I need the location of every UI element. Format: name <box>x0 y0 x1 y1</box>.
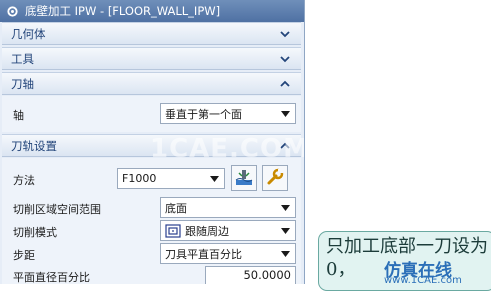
method-select[interactable]: F1000 <box>117 168 225 189</box>
method-row: 方法 F1000 <box>2 164 301 194</box>
stepover-row: 步距 刀具平直百分比 <box>2 242 301 266</box>
stepover-label: 步距 <box>13 249 35 262</box>
section-tool[interactable]: 工具 <box>2 47 301 70</box>
section-path-settings[interactable]: 刀轨设置 <box>2 134 301 157</box>
cut-pattern-row: 切削模式 跟随周边 <box>2 219 301 243</box>
dropdown-arrow-icon[interactable] <box>208 172 221 185</box>
chevron-down-icon[interactable] <box>279 28 291 40</box>
brand-url: www.1CAE.com <box>384 275 462 286</box>
method-edit-icon <box>234 167 254 190</box>
method-edit-button[interactable] <box>231 165 257 191</box>
section-tool-axis-label: 刀轴 <box>11 76 34 91</box>
follow-periphery-icon <box>165 223 181 238</box>
axis-row: 轴 垂直于第一个面 <box>2 102 301 126</box>
chevron-up-icon[interactable] <box>279 78 291 90</box>
stepover-select[interactable]: 刀具平直百分比 <box>160 243 296 264</box>
section-path-settings-label: 刀轨设置 <box>11 138 57 153</box>
cut-region-value: 底面 <box>165 201 187 215</box>
method-display-button[interactable] <box>262 165 288 191</box>
axis-select[interactable]: 垂直于第一个面 <box>160 103 296 124</box>
stepover-value: 刀具平直百分比 <box>165 247 242 261</box>
dropdown-arrow-icon[interactable] <box>279 201 292 214</box>
flat-diameter-input[interactable]: 50.0000 <box>205 266 296 284</box>
cut-pattern-select[interactable]: 跟随周边 <box>160 220 296 241</box>
dialog-body: 几何体 工具 刀轴 轴 垂直于第一个面 刀轨设置 方法 F1000 切削区域空间… <box>0 22 304 284</box>
cut-pattern-value: 跟随周边 <box>185 224 229 238</box>
title-bar[interactable]: 底壁加工 IPW - [FLOOR_WALL_IPW] <box>0 0 304 22</box>
axis-value: 垂直于第一个面 <box>165 107 242 121</box>
wrench-icon <box>265 167 285 190</box>
method-value: F1000 <box>122 172 157 185</box>
method-label: 方法 <box>13 174 35 187</box>
chevron-down-icon[interactable] <box>279 53 291 65</box>
dropdown-arrow-icon[interactable] <box>279 107 292 120</box>
axis-label: 轴 <box>13 109 24 122</box>
operation-dialog: 底壁加工 IPW - [FLOOR_WALL_IPW] 几何体 工具 刀轴 轴 <box>0 0 305 284</box>
section-tool-label: 工具 <box>11 51 34 66</box>
window-title: 底壁加工 IPW - [FLOOR_WALL_IPW] <box>25 4 221 18</box>
section-geometry-label: 几何体 <box>11 26 46 41</box>
section-geometry[interactable]: 几何体 <box>2 22 301 45</box>
tool-axis-panel: 轴 垂直于第一个面 <box>2 96 301 132</box>
chevron-up-icon[interactable] <box>279 140 291 152</box>
cut-region-label: 切削区域空间范围 <box>13 203 101 216</box>
path-settings-panel: 方法 F1000 切削区域空间范围 底面 切削模式 跟随周边 步距 刀具平直百分… <box>2 158 301 284</box>
dropdown-arrow-icon[interactable] <box>279 247 292 260</box>
cut-region-select[interactable]: 底面 <box>160 197 296 218</box>
gear-icon[interactable] <box>5 4 19 18</box>
cut-region-row: 切削区域空间范围 底面 <box>2 196 301 220</box>
cut-pattern-label: 切削模式 <box>13 226 57 239</box>
flat-diameter-label: 平面直径百分比 <box>13 271 90 284</box>
section-tool-axis[interactable]: 刀轴 <box>2 72 301 95</box>
flat-diameter-row: 平面直径百分比 50.0000 <box>2 264 301 284</box>
dropdown-arrow-icon[interactable] <box>279 224 292 237</box>
